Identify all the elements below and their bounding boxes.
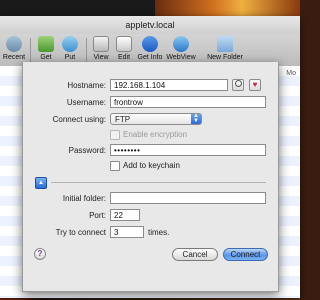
hostname-label: Hostname: (67, 81, 106, 90)
username-field[interactable]: frontrow (110, 96, 266, 108)
help-icon: ? (37, 249, 43, 258)
magnifier-icon (234, 80, 242, 87)
toolbar-webview-label: WebView (166, 54, 196, 61)
enable-encryption-label: Enable encryption (123, 130, 188, 139)
heart-icon: ♥ (252, 80, 258, 89)
window-title: appletv.local (125, 20, 175, 30)
initial-folder-label: Initial folder: (62, 194, 106, 203)
retry-row: Try to connect 3 times. (23, 226, 278, 240)
toolbar-recent-button[interactable]: Recent (2, 36, 26, 61)
view-icon (93, 36, 109, 52)
edit-icon (116, 36, 132, 52)
toolbar-new-folder-label: New Folder (207, 54, 243, 61)
toolbar-edit-label: Edit (117, 54, 131, 61)
times-label: times. (148, 228, 170, 237)
window-titlebar[interactable]: appletv.local (0, 16, 300, 34)
toolbar-view-label: View (93, 54, 109, 61)
toolbar-separator (86, 38, 87, 62)
initial-folder-row: Initial folder: (23, 192, 278, 206)
initial-folder-field[interactable] (110, 192, 266, 204)
connect-button[interactable]: Connect (223, 248, 268, 261)
connect-sheet: Hostname: 192.168.1.104 ♥ Username: fron… (22, 62, 279, 292)
cancel-button[interactable]: Cancel (172, 248, 218, 261)
popup-arrows-icon: ▲ ▼ (191, 113, 201, 124)
options-divider (51, 182, 266, 183)
info-icon (142, 36, 158, 52)
options-disclosure-button[interactable]: ▲ (35, 177, 47, 189)
hostname-field[interactable]: 192.168.1.104 (110, 79, 228, 91)
column-header-modified[interactable]: Mo (286, 70, 296, 77)
favorites-button[interactable]: ♥ (249, 79, 261, 91)
globe-icon (173, 36, 189, 52)
keychain-row: Add to keychain (23, 160, 278, 174)
password-label: Password: (68, 146, 106, 155)
bonjour-search-button[interactable] (232, 79, 244, 91)
toolbar-recent-label: Recent (2, 54, 26, 61)
toolbar-get-info-button[interactable]: Get Info (135, 36, 165, 61)
toolbar-get-info-label: Get Info (137, 54, 163, 61)
add-to-keychain-checkbox[interactable] (110, 161, 120, 171)
port-row: Port: 22 (23, 209, 278, 223)
port-label: Port: (89, 211, 106, 220)
username-row: Username: frontrow (23, 96, 278, 110)
help-button[interactable]: ? (34, 248, 46, 260)
add-to-keychain-label: Add to keychain (123, 161, 180, 170)
toolbar-get-label: Get (40, 54, 52, 61)
try-to-connect-label: Try to connect (55, 228, 106, 237)
password-row: Password: •••••••• (23, 144, 278, 158)
triangle-up-icon: ▲ (38, 180, 44, 186)
background-photo (155, 0, 300, 16)
toolbar-get-button[interactable]: Get (36, 36, 56, 61)
download-icon (38, 36, 54, 52)
toolbar-view-button[interactable]: View (91, 36, 111, 61)
protocol-row: Connect using: FTP ▲ ▼ (23, 113, 278, 127)
desktop-strip (0, 0, 155, 16)
toolbar-put-label: Put (64, 54, 76, 61)
toolbar-edit-button[interactable]: Edit (114, 36, 134, 61)
toolbar-separator (30, 38, 31, 62)
port-field[interactable]: 22 (110, 209, 140, 221)
protocol-value: FTP (115, 115, 131, 124)
connect-using-label: Connect using: (52, 115, 106, 124)
hostname-row: Hostname: 192.168.1.104 ♥ (23, 79, 278, 93)
retry-count-field[interactable]: 3 (110, 226, 144, 238)
upload-icon (62, 36, 78, 52)
clock-icon (6, 36, 22, 52)
toolbar-new-folder-button[interactable]: New Folder (205, 36, 245, 61)
folder-icon (217, 36, 233, 52)
encryption-row: Enable encryption (23, 128, 278, 142)
ftp-browser-window: appletv.local Recent Get Put View Edit G… (0, 16, 300, 298)
enable-encryption-checkbox[interactable] (110, 130, 120, 140)
username-label: Username: (66, 98, 106, 107)
password-field[interactable]: •••••••• (110, 144, 266, 156)
protocol-popup[interactable]: FTP ▲ ▼ (110, 113, 202, 125)
toolbar-webview-button[interactable]: WebView (166, 36, 196, 61)
toolbar-put-button[interactable]: Put (60, 36, 80, 61)
